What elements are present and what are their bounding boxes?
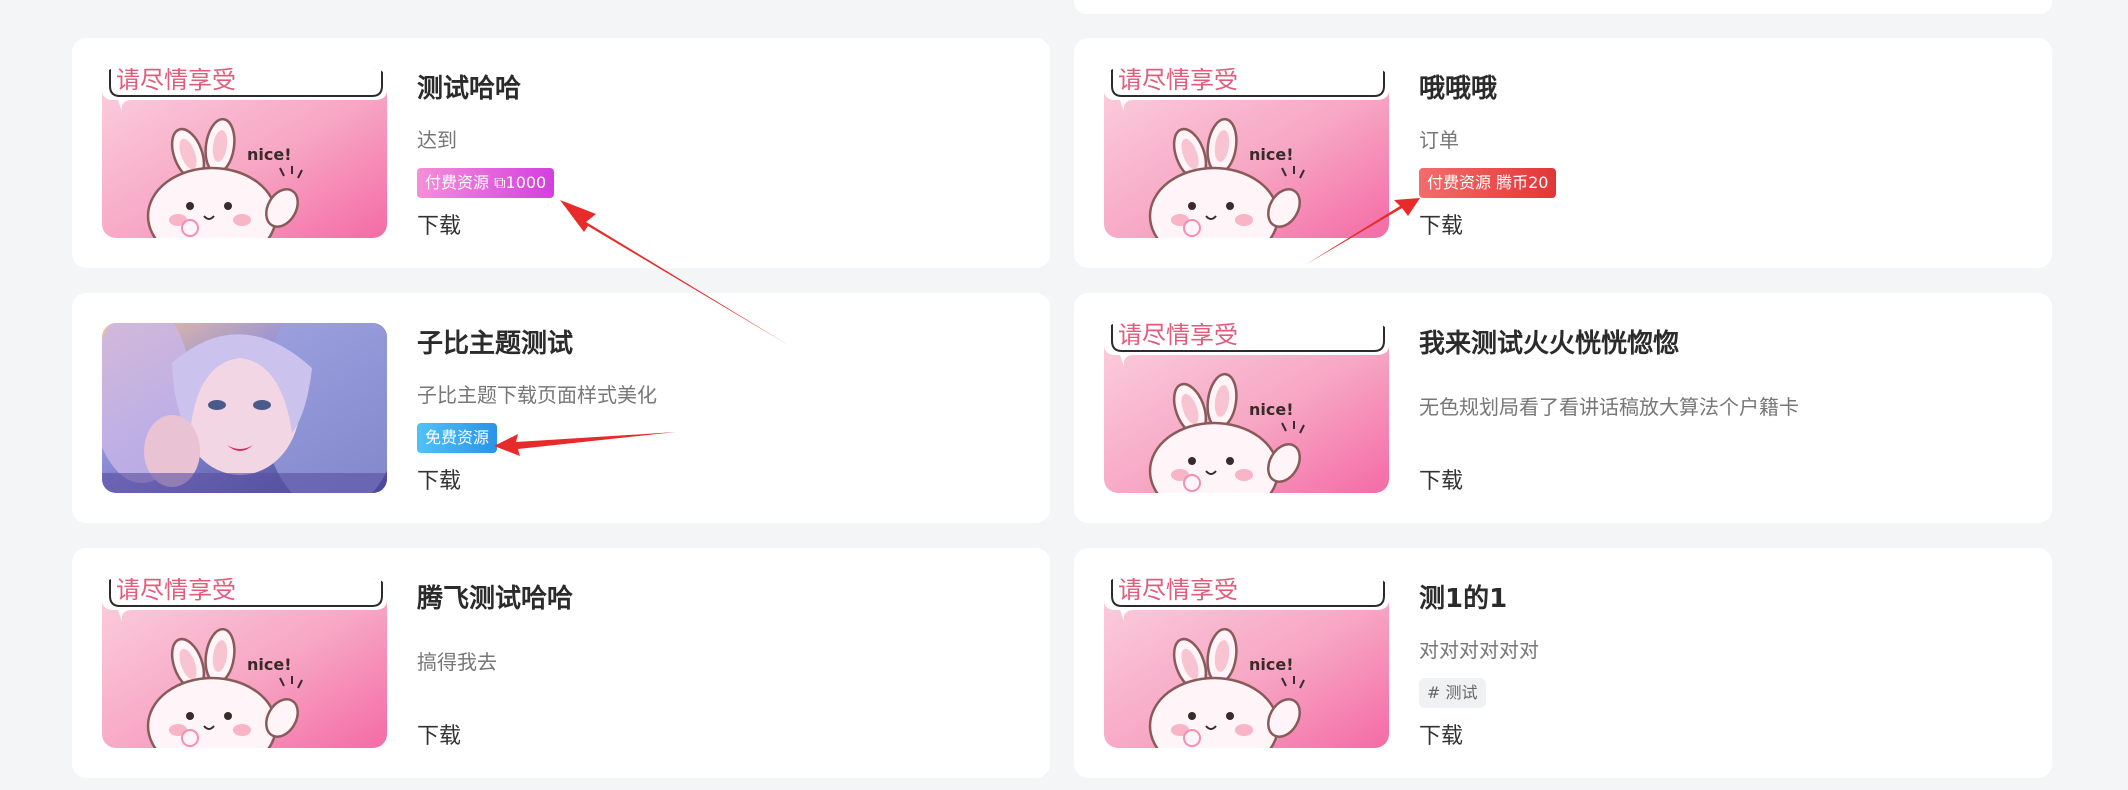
resource-description: 订单	[1419, 128, 1459, 152]
resource-card[interactable]: 请尽情享受 nice! 腾飞测试哈哈 搞得我去 下载	[72, 548, 1050, 778]
resource-description: 达到	[417, 128, 457, 152]
resource-title[interactable]: 测试哈哈	[417, 68, 521, 105]
download-link[interactable]: 下载	[1419, 718, 1463, 750]
download-link[interactable]: 下载	[1419, 208, 1463, 240]
resource-description: 对对对对对对	[1419, 638, 1539, 662]
portrait-thumbnail-image	[102, 323, 387, 493]
banner-nice: nice!	[1249, 145, 1294, 164]
resource-thumbnail[interactable]: 请尽情享受 nice!	[102, 68, 387, 238]
bunny-thumbnail-image: 请尽情享受 nice!	[1104, 68, 1389, 238]
download-link[interactable]: 下载	[417, 463, 461, 495]
paid-resource-badge: 付费资源 ⧉1000	[417, 168, 555, 198]
paid-resource-badge: 付费资源 腾币20	[1419, 168, 1557, 198]
banner-nice: nice!	[247, 145, 292, 164]
banner-nice: nice!	[1249, 400, 1294, 419]
bunny-thumbnail-image: 请尽情享受 nice!	[102, 578, 387, 748]
resource-description: 无色规划局看了看讲话稿放大算法个户籍卡	[1419, 395, 1799, 419]
previous-card-edge	[1074, 0, 2052, 14]
free-resource-badge: 免费资源	[417, 423, 498, 453]
resource-card[interactable]: 请尽情享受 nice! 哦哦哦 订单 付费资源 腾币20 下载	[1074, 38, 2052, 268]
banner-text: 请尽情享受	[1118, 68, 1238, 94]
banner-text: 请尽情享受	[1118, 323, 1238, 349]
resource-card[interactable]: 请尽情享受 nice! 测1的1 对对对对对对 # 测试 下载	[1074, 548, 2052, 778]
banner-nice: nice!	[1249, 655, 1294, 674]
resource-thumbnail[interactable]: 请尽情享受 nice!	[1104, 68, 1389, 238]
download-link[interactable]: 下载	[417, 208, 461, 240]
resource-title[interactable]: 腾飞测试哈哈	[417, 578, 573, 615]
bunny-thumbnail-image: 请尽情享受 nice!	[1104, 323, 1389, 493]
resource-thumbnail[interactable]: 请尽情享受 nice!	[1104, 578, 1389, 748]
banner-text: 请尽情享受	[116, 578, 236, 604]
download-link[interactable]: 下载	[417, 718, 461, 750]
resource-description: 搞得我去	[417, 650, 497, 674]
resource-card[interactable]: 请尽情享受 nice! 测试哈哈 达到 付费资源 ⧉1000 下载	[72, 38, 1050, 268]
resource-list: 请尽情享受 nice! 测试哈哈 达到 付费资源 ⧉1000 下载 请尽情享受 …	[0, 0, 2128, 790]
resource-thumbnail[interactable]: 请尽情享受 nice!	[102, 578, 387, 748]
topic-tag[interactable]: # 测试	[1419, 678, 1486, 708]
resource-card[interactable]: 请尽情享受 nice! 我来测试火火恍恍惚惚 无色规划局看了看讲话稿放大算法个户…	[1074, 293, 2052, 523]
resource-card[interactable]: 子比主题测试 子比主题下载页面样式美化 免费资源 下载	[72, 293, 1050, 523]
banner-nice: nice!	[247, 655, 292, 674]
resource-title[interactable]: 我来测试火火恍恍惚惚	[1419, 323, 1679, 360]
resource-title[interactable]: 测1的1	[1419, 578, 1507, 615]
resource-title[interactable]: 哦哦哦	[1419, 68, 1497, 105]
banner-text: 请尽情享受	[1118, 578, 1238, 604]
resource-title[interactable]: 子比主题测试	[417, 323, 573, 360]
bunny-thumbnail-image: 请尽情享受 nice!	[1104, 578, 1389, 748]
resource-thumbnail[interactable]: 请尽情享受 nice!	[1104, 323, 1389, 493]
resource-thumbnail[interactable]	[102, 323, 387, 493]
download-link[interactable]: 下载	[1419, 463, 1463, 495]
resource-description: 子比主题下载页面样式美化	[417, 383, 657, 407]
bunny-thumbnail-image: 请尽情享受 nice!	[102, 68, 387, 238]
banner-text: 请尽情享受	[116, 68, 236, 94]
